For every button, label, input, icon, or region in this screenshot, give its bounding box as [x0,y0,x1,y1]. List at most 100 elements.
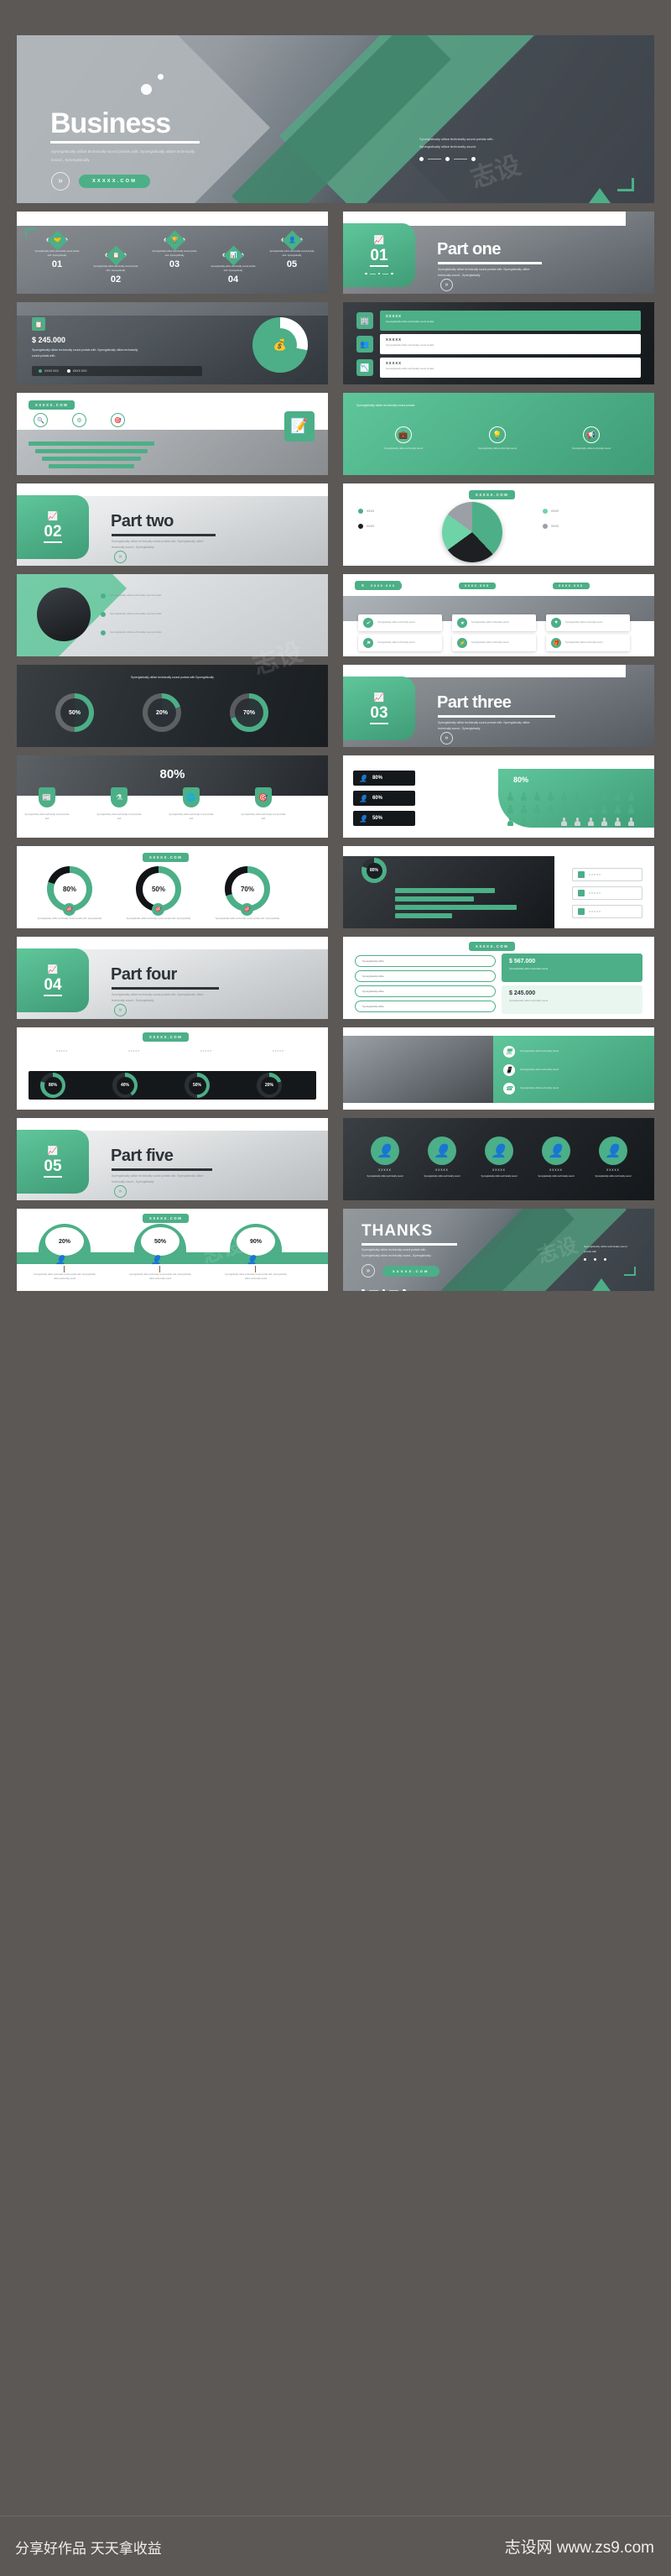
double-chevron-right-icon[interactable]: » [440,279,453,291]
slide-part-one[interactable]: 📈 01 Part one Synergistically utilize te… [343,212,654,294]
overlay-card[interactable]: 💡 Synergistically utilize technically sou… [457,426,538,451]
grid-card[interactable]: ⚑ Synergistically utilize technically sou… [358,635,442,651]
process-step[interactable]: ‹👤›Synergistically utilize technically s… [265,230,319,269]
dot[interactable] [403,1289,406,1291]
grid-card[interactable]: 🎁 Synergistically utilize technically sou… [546,635,630,651]
dark-bar [395,905,517,910]
heart-icon: ♥ [551,618,561,628]
slide-price-panels[interactable]: XXXXX.COM Synergistically utilize Synergi… [343,937,654,1019]
overlay-card-text: Synergistically utilize technically soun… [383,447,424,450]
donut-chart: 80% 🎯 [47,866,92,916]
person-icon [548,818,554,826]
slide-tag: XXXXX.COM [29,400,75,410]
double-chevron-right-icon[interactable]: » [114,1004,127,1016]
row-card[interactable]: XXXXX Synergistically utilize technically… [380,334,641,354]
slide-grid-cards[interactable]: XXXXX.COM XXXX.XXXXXXX.XXXXXXX.XXX ✔Syne… [343,574,654,656]
slide-pie[interactable]: XXXXX.COM XXXX XXXX XXXX XXXX [343,483,654,566]
team-member[interactable]: 👤 XXXXX Synergistically utilize technicall… [533,1136,580,1178]
slide-portrait-bullets[interactable]: Synergistically utilize technically soun… [17,574,328,656]
section-number-card: 📈 03 [343,677,415,740]
grid-card[interactable]: ♥ Synergistically utilize technically sou… [546,614,630,631]
slide-thanks[interactable]: THANKS Synergistically utilize technical… [343,1209,654,1291]
slide-people-pictogram[interactable]: 👤 80% 👤 60% 👤 50% 80% [343,755,654,838]
double-chevron-right-icon[interactable]: » [362,1264,375,1278]
price-pill[interactable]: Synergistically utilize [355,955,496,967]
hero-cta-button[interactable]: XXXXX.COM [79,175,151,188]
slide-four-icon-overlay[interactable]: Synergistically utilize technically soun… [343,393,654,475]
slide-part-five[interactable]: 📈 05 Part five Synergistically utilize t… [17,1118,328,1200]
slide-device-mockup[interactable]: 🖥 Synergistically utilize technically sou… [343,1027,654,1110]
dark-side-item[interactable]: XXXXX [572,868,642,881]
slide-part-two[interactable]: 📈 02 Part two Synergistically utilize te… [17,483,328,566]
slide-laptop-80[interactable]: 80% 📰 Synergistically utilize technically… [17,755,328,838]
slide-three-rings[interactable]: Synergistically utilize technically soun… [17,665,328,747]
device-item[interactable]: ☎ Synergistically utilize technically sou… [503,1083,641,1095]
person-icon [615,792,621,801]
amount-caption: Synergistically utilize technically soun… [509,968,549,970]
slide-dark-progress[interactable]: XXXXX.COM XXXXX XXXXX XXXXX XXXXX 80% 40% 50%… [17,1027,328,1110]
progress-value: 50% [192,1083,201,1088]
slide-timeline-bars[interactable]: XXXXX.COM 🔍 ⚙ 🎯 📝 [17,393,328,475]
thanks-cta-button[interactable]: XXXXX.COM [382,1265,440,1277]
dot[interactable] [471,157,476,162]
dot[interactable] [604,1258,606,1261]
process-step[interactable]: ‹🤝›Synergistically utilize technically s… [30,230,84,269]
double-chevron-right-icon[interactable]: » [114,551,127,563]
funnel-bubble: 50% [141,1227,179,1256]
target-icon[interactable]: 🎯 [111,413,125,427]
process-step[interactable]: ‹🏆›Synergistically utilize technically s… [148,230,201,269]
device-item[interactable]: 🖥 Synergistically utilize technically sou… [503,1046,641,1058]
dot[interactable] [594,1258,596,1261]
double-chevron-right-icon[interactable]: » [51,172,70,191]
dot[interactable] [362,1289,365,1291]
slide-dark-bars[interactable]: 80% XXXXX XXXXX XXXXX [343,846,654,928]
price-pill[interactable]: Synergistically utilize [355,970,496,982]
person-icon [548,805,554,813]
slide-three-row-cards[interactable]: 🏢 XXXXX Synergistically utilize technicall… [343,302,654,384]
slide-funnel-percent[interactable]: XXXXX.COM 20% 👤 Synergistically utilize te… [17,1209,328,1291]
double-chevron-right-icon[interactable]: » [440,732,453,745]
device-item[interactable]: 📱 Synergistically utilize technically sou… [503,1064,641,1076]
slide-process-5-step[interactable]: ‹🤝›Synergistically utilize technically s… [17,212,328,294]
team-member[interactable]: 👤 XXXXX Synergistically utilize technicall… [362,1136,408,1178]
process-step[interactable]: ‹📋›Synergistically utilize technically s… [89,245,143,285]
dark-bar [395,913,452,918]
double-chevron-right-icon[interactable]: » [114,1185,127,1198]
slide-three-donuts[interactable]: XXXXX.COM 80% 🎯 Synergistically utilize te… [17,846,328,928]
slide-hero[interactable]: Business Synergistically utilize technic… [17,35,654,203]
overlay-card[interactable]: 💼 Synergistically utilize technically sou… [363,426,444,451]
team-member[interactable]: 👤 XXXXX Synergistically utilize technicall… [476,1136,523,1178]
search-icon[interactable]: 🔍 [34,413,48,427]
team-member[interactable]: 👤 XXXXX Synergistically utilize technicall… [590,1136,637,1178]
dot[interactable] [419,157,424,162]
dot[interactable] [382,1289,385,1291]
flag-icon: ⚑ [363,638,373,648]
slide-team-circles[interactable]: 👤 XXXXX Synergistically utilize technicall… [343,1118,654,1200]
price-pill[interactable]: Synergistically utilize [355,985,496,997]
dark-side-item[interactable]: XXXXX [572,886,642,900]
hero-title-underline [50,141,200,144]
dot[interactable] [445,157,450,162]
row-card[interactable]: XXXXX Synergistically utilize technically… [380,358,641,378]
section-title: Part four [111,965,177,984]
gear-icon[interactable]: ⚙ [72,413,86,427]
hero-dots[interactable] [419,157,503,162]
price-pill[interactable]: Synergistically utilize [355,1001,496,1012]
row-card[interactable]: XXXXX Synergistically utilize technically… [380,311,641,331]
grid-card[interactable]: ⚡ Synergistically utilize technically sou… [452,635,536,651]
bullet-item: Synergistically utilize technically soun… [101,611,315,617]
team-member[interactable]: 👤 XXXXX Synergistically utilize technicall… [419,1136,466,1178]
slide-part-four[interactable]: 📈 04 Part four Synergistically utilize t… [17,937,328,1019]
process-step[interactable]: ‹📊›Synergistically utilize technically s… [206,245,260,285]
dark-side-item[interactable]: XXXXX [572,905,642,918]
thanks-dots[interactable] [362,1289,406,1291]
person-icon [507,792,513,801]
grid-card[interactable]: ✔ Synergistically utilize technically sou… [358,614,442,631]
bullet-item: Synergistically utilize technically soun… [101,593,315,598]
slide-part-three[interactable]: 📈 03 Part three Synergistically utilize … [343,665,654,747]
overlay-card[interactable]: 📢 Synergistically utilize technically sou… [551,426,632,451]
funnel-connector [64,1266,65,1272]
grid-card[interactable]: ★ Synergistically utilize technically sou… [452,614,536,631]
dot[interactable] [584,1258,586,1261]
slide-revenue-donut[interactable]: 📋 $ 245.000 Synergistically utilize tech… [17,302,328,384]
